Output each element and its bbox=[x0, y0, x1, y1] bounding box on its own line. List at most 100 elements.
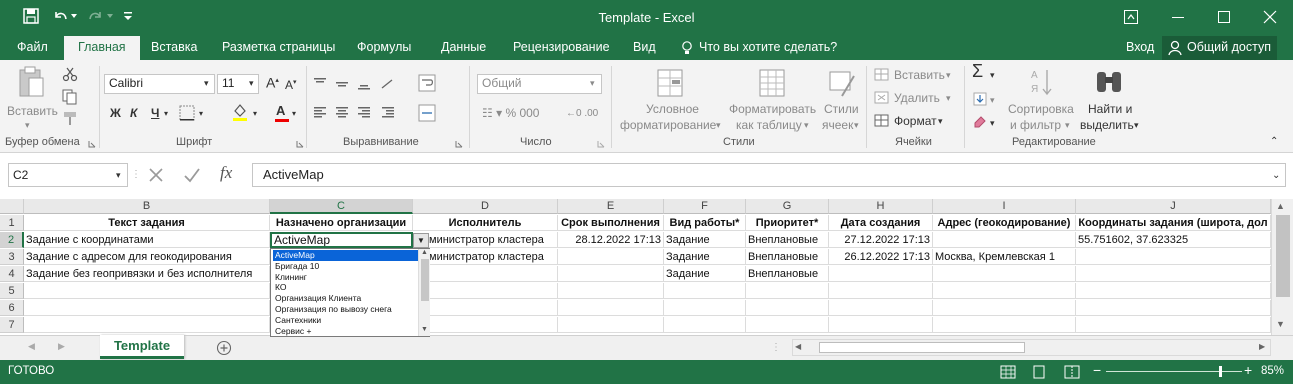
currency-format-icon[interactable]: ☷ ▾ % 000 bbox=[482, 106, 539, 121]
table-cell[interactable]: 55.751602, 37.623325 bbox=[1076, 232, 1271, 248]
column-header-e[interactable]: E bbox=[558, 199, 664, 214]
format-painter-icon[interactable] bbox=[62, 110, 78, 126]
dropdown-option[interactable]: Клининг bbox=[273, 272, 418, 283]
row-header-5[interactable]: 5 bbox=[0, 283, 24, 299]
table-cell[interactable]: 28.12.2022 17:13 bbox=[558, 232, 664, 248]
dropdown-option[interactable]: Сервис + bbox=[273, 326, 418, 337]
tab-insert[interactable]: Вставка bbox=[151, 36, 197, 60]
wrap-text-icon[interactable] bbox=[418, 74, 436, 92]
scroll-thumb[interactable] bbox=[1276, 215, 1290, 297]
collapse-ribbon-icon[interactable]: ⌃ bbox=[1270, 134, 1278, 149]
column-header-i[interactable]: I bbox=[933, 199, 1076, 214]
table-cell[interactable] bbox=[558, 317, 664, 333]
dialog-launcher-icon[interactable] bbox=[597, 140, 605, 148]
table-cell[interactable]: Задание с координатами bbox=[24, 232, 270, 248]
dropdown-option[interactable]: Организация Клиента bbox=[273, 293, 418, 304]
table-header-cell[interactable]: Исполнитель bbox=[413, 215, 558, 231]
fill-icon[interactable] bbox=[972, 91, 988, 107]
table-cell[interactable]: Задание с адресом для геокодирования bbox=[24, 249, 270, 265]
dialog-launcher-icon[interactable] bbox=[455, 140, 463, 148]
scroll-up-icon[interactable]: ▲ bbox=[1276, 201, 1285, 211]
tab-data[interactable]: Данные bbox=[441, 36, 486, 60]
scroll-right-icon[interactable]: ▶ bbox=[1259, 342, 1265, 351]
table-cell[interactable]: Задание без геопривязки и без исполнител… bbox=[24, 266, 270, 282]
minimize-icon[interactable] bbox=[1170, 9, 1186, 25]
table-cell[interactable] bbox=[1076, 249, 1271, 265]
conditional-formatting-label[interactable]: Условное bbox=[646, 102, 699, 117]
select-all-corner[interactable] bbox=[0, 199, 24, 214]
column-header-d[interactable]: D bbox=[413, 199, 558, 214]
table-cell[interactable] bbox=[829, 283, 933, 299]
format-as-table-label[interactable]: Форматировать bbox=[729, 102, 816, 117]
dropdown-option[interactable]: ActiveMap bbox=[273, 250, 418, 261]
row-header-7[interactable]: 7 bbox=[0, 317, 24, 333]
table-header-cell[interactable]: Приоритет* bbox=[746, 215, 829, 231]
table-header-cell[interactable]: Дата создания bbox=[829, 215, 933, 231]
table-cell[interactable]: 27.12.2022 17:13 bbox=[829, 232, 933, 248]
page-break-view-icon[interactable] bbox=[1064, 365, 1080, 379]
validation-dropdown-list[interactable]: ActiveMap Бригада 10 Клининг КО Организа… bbox=[270, 248, 430, 337]
table-cell[interactable] bbox=[1076, 283, 1271, 299]
table-cell[interactable] bbox=[746, 283, 829, 299]
cancel-icon[interactable] bbox=[148, 167, 164, 183]
table-cell[interactable]: Внеплановые bbox=[746, 249, 829, 265]
row-header-4[interactable]: 4 bbox=[0, 266, 24, 282]
table-cell[interactable]: Задание bbox=[664, 266, 746, 282]
borders-icon[interactable] bbox=[178, 104, 196, 122]
dropdown-scrollbar[interactable]: ▲ ▼ bbox=[418, 249, 430, 336]
table-cell[interactable] bbox=[746, 317, 829, 333]
dropdown-option[interactable]: Бригада 10 bbox=[273, 261, 418, 272]
bold-button[interactable]: Ж bbox=[110, 106, 121, 121]
dropdown-arrow-button[interactable]: ▼ bbox=[413, 233, 429, 248]
row-header-6[interactable]: 6 bbox=[0, 300, 24, 316]
table-cell[interactable] bbox=[1076, 266, 1271, 282]
page-layout-view-icon[interactable] bbox=[1031, 365, 1047, 379]
table-cell[interactable]: Внеплановые bbox=[746, 232, 829, 248]
table-header-cell[interactable]: Срок выполнения bbox=[558, 215, 664, 231]
column-header-g[interactable]: G bbox=[746, 199, 829, 214]
column-header-j[interactable]: J bbox=[1076, 199, 1271, 214]
font-color-icon[interactable]: A bbox=[274, 101, 290, 123]
table-header-cell[interactable]: Вид работы* bbox=[664, 215, 746, 231]
maximize-icon[interactable] bbox=[1216, 9, 1232, 25]
column-header-c[interactable]: C bbox=[270, 199, 413, 214]
expand-formula-icon[interactable]: ⌄ bbox=[1272, 168, 1280, 183]
table-cell[interactable] bbox=[558, 300, 664, 316]
merge-center-icon[interactable] bbox=[418, 104, 436, 122]
dialog-launcher-icon[interactable] bbox=[296, 140, 304, 148]
column-header-f[interactable]: F bbox=[664, 199, 746, 214]
sign-in-link[interactable]: Вход bbox=[1126, 36, 1154, 60]
table-header-cell[interactable]: Адрес (геокодирование) bbox=[933, 215, 1076, 231]
table-cell[interactable] bbox=[746, 300, 829, 316]
scroll-left-icon[interactable]: ◀ bbox=[795, 342, 801, 351]
table-cell[interactable] bbox=[664, 317, 746, 333]
table-cell[interactable] bbox=[558, 249, 664, 265]
decimal-icons[interactable]: ←0 .00 bbox=[566, 106, 598, 121]
scroll-up-icon[interactable]: ▲ bbox=[421, 249, 428, 256]
delete-cells-button[interactable]: Удалить bbox=[894, 91, 940, 106]
decrease-font-icon[interactable]: A▾ bbox=[285, 75, 297, 93]
dropdown-option[interactable]: Сантехники bbox=[273, 315, 418, 326]
table-cell[interactable] bbox=[24, 317, 270, 333]
next-sheet-icon[interactable]: ▶ bbox=[58, 341, 65, 352]
tab-formulas[interactable]: Формулы bbox=[357, 36, 411, 60]
italic-button[interactable]: К bbox=[130, 106, 137, 121]
tab-home[interactable]: Главная bbox=[64, 36, 140, 60]
row-header-3[interactable]: 3 bbox=[0, 249, 24, 265]
underline-button[interactable]: Ч bbox=[151, 106, 159, 121]
scroll-thumb[interactable] bbox=[819, 342, 1025, 353]
prev-sheet-icon[interactable]: ◀ bbox=[28, 341, 35, 352]
table-cell[interactable] bbox=[413, 317, 558, 333]
table-cell[interactable] bbox=[413, 283, 558, 299]
sheet-tab-template[interactable]: Template bbox=[100, 335, 184, 359]
table-header-cell[interactable]: Координаты задания (широта, дол bbox=[1076, 215, 1271, 231]
column-header-h[interactable]: H bbox=[829, 199, 933, 214]
table-cell[interactable] bbox=[413, 266, 558, 282]
ribbon-display-icon[interactable] bbox=[1123, 9, 1139, 25]
cell-styles-label[interactable]: Стили bbox=[824, 102, 859, 117]
cut-icon[interactable] bbox=[62, 66, 78, 82]
column-header-b[interactable]: B bbox=[24, 199, 270, 214]
active-cell[interactable]: ActiveMap bbox=[270, 232, 413, 248]
name-box[interactable]: C2 bbox=[8, 163, 128, 187]
zoom-out-icon[interactable]: − bbox=[1093, 362, 1101, 378]
